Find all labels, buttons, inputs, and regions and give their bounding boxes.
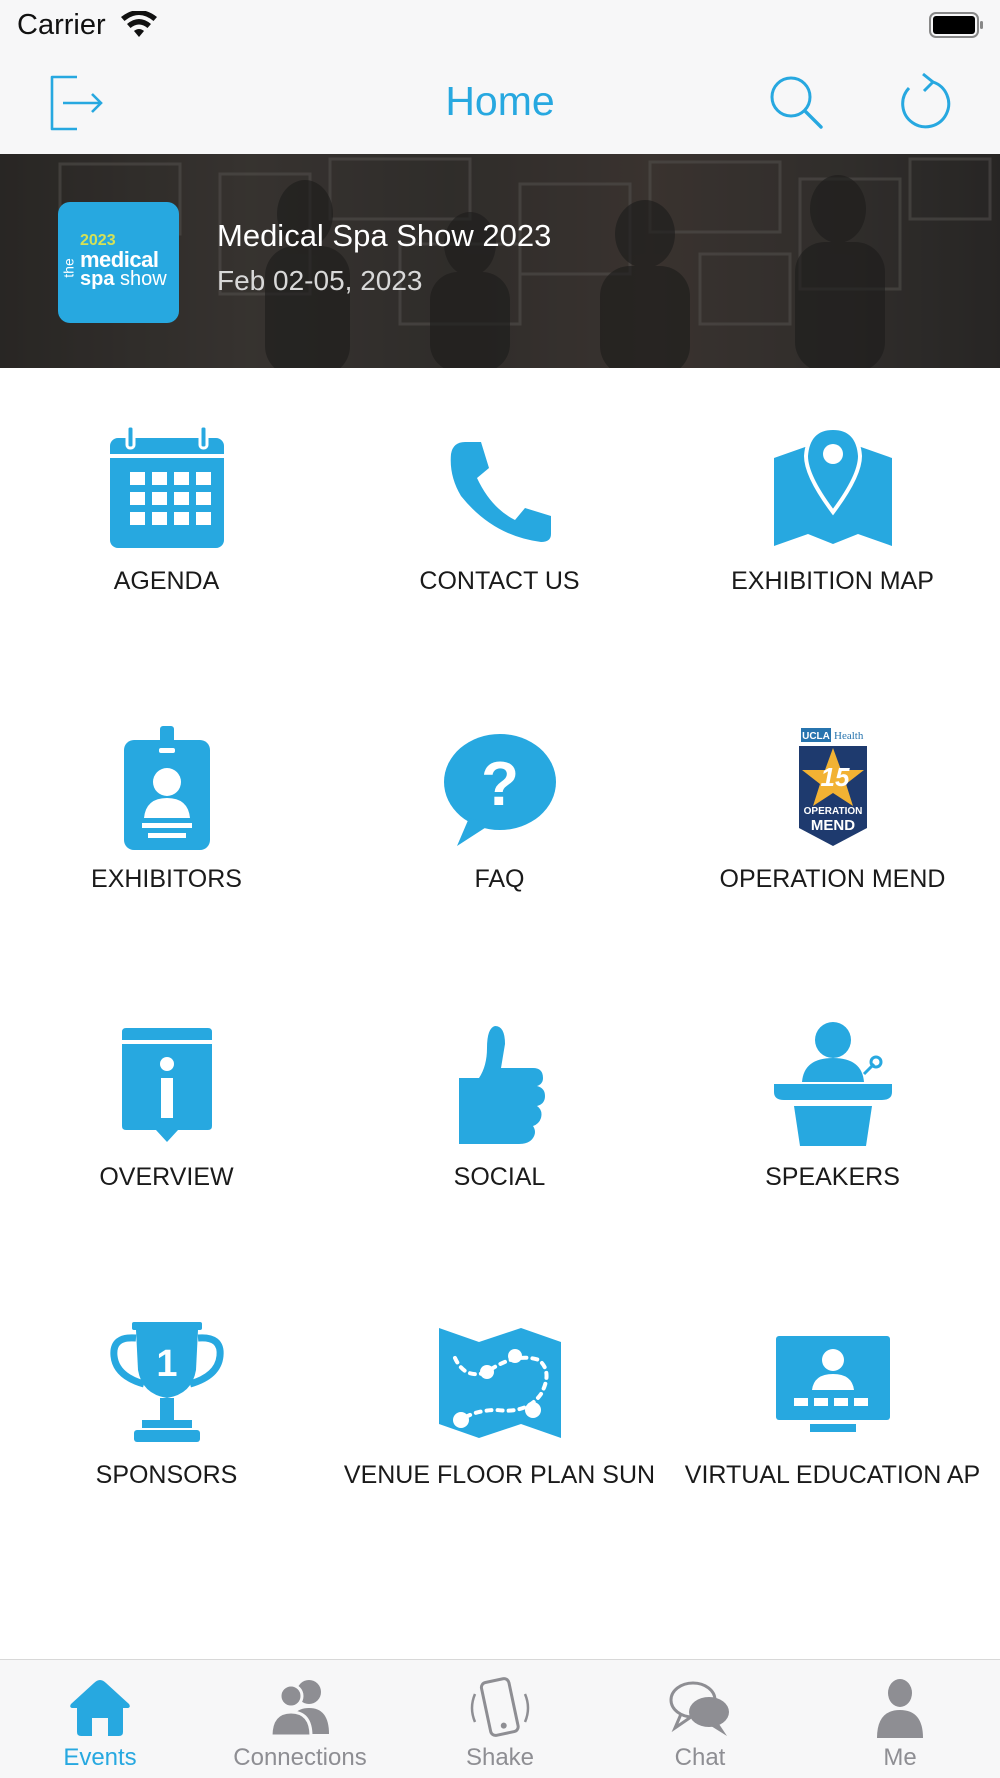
logo-spa-show: spa show <box>80 268 167 290</box>
logo-the: the <box>60 258 77 278</box>
refresh-icon <box>901 72 951 129</box>
menu-item-label: SOCIAL <box>453 1163 546 1191</box>
menu-item-agenda[interactable]: AGENDA <box>0 424 333 674</box>
svg-text:15: 15 <box>820 762 849 792</box>
people-icon <box>269 1680 329 1738</box>
status-bar: Carrier <box>0 0 1000 50</box>
calendar-icon <box>109 424 224 548</box>
menu-item-label: EXHIBITORS <box>91 865 242 893</box>
operation-mend-logo: UCLA Health 15 OPERATION MEND <box>798 728 867 846</box>
menu-item-label: VIRTUAL EDUCATION AP <box>684 1461 981 1489</box>
svg-text:Health: Health <box>834 730 864 742</box>
svg-text:OPERATION: OPERATION <box>803 806 862 817</box>
menu-item-virtual-education[interactable]: VIRTUAL EDUCATION AP <box>666 1318 999 1568</box>
menu-item-label: VENUE FLOOR PLAN SUN <box>343 1461 656 1489</box>
menu-item-overview[interactable]: OVERVIEW <box>0 1020 333 1270</box>
menu-item-label: SPEAKERS <box>765 1163 900 1191</box>
menu-item-operation-mend[interactable]: UCLA Health 15 OPERATION MEND OPERATION … <box>666 722 999 972</box>
thumbs-up-icon <box>458 1026 545 1144</box>
menu-item-contact-us[interactable]: CONTACT US <box>333 424 666 674</box>
carrier-label: Carrier <box>17 9 106 41</box>
tab-events[interactable]: Events <box>0 1660 200 1778</box>
speaker-podium-icon <box>773 1022 892 1146</box>
menu-item-label: FAQ <box>474 865 525 893</box>
chat-bubbles-icon <box>669 1681 729 1736</box>
menu-item-exhibition-map[interactable]: EXHIBITION MAP <box>666 424 999 674</box>
person-icon <box>877 1679 923 1738</box>
tab-connections[interactable]: Connections <box>200 1660 400 1778</box>
tab-label: Connections <box>233 1744 367 1771</box>
menu-item-venue-floor-plan[interactable]: VENUE FLOOR PLAN SUN <box>333 1318 666 1568</box>
shake-phone-icon <box>470 1677 530 1737</box>
trophy-icon: 1 <box>109 1322 224 1442</box>
menu-item-exhibitors[interactable]: EXHIBITORS <box>0 722 333 972</box>
event-dates: Feb 02-05, 2023 <box>217 265 423 296</box>
search-button[interactable] <box>762 68 832 138</box>
menu-item-faq[interactable]: ? FAQ <box>333 722 666 972</box>
tab-label: Chat <box>674 1744 726 1771</box>
svg-text:?: ? <box>481 750 519 819</box>
menu-item-speakers[interactable]: SPEAKERS <box>666 1020 999 1270</box>
tab-chat[interactable]: Chat <box>600 1660 800 1778</box>
battery-icon <box>929 12 983 38</box>
tab-me[interactable]: Me <box>800 1660 1000 1778</box>
page-title: Home <box>445 78 555 124</box>
svg-text:MEND: MEND <box>810 817 854 834</box>
tab-label: Shake <box>465 1744 535 1771</box>
phone-icon <box>450 442 551 542</box>
menu-item-label: EXHIBITION MAP <box>731 567 934 595</box>
menu-item-label: CONTACT US <box>419 567 580 595</box>
tab-label: Events <box>63 1744 137 1771</box>
monitor-presenter-icon <box>775 1336 890 1432</box>
tab-label: Me <box>883 1744 917 1771</box>
home-icon <box>70 1680 130 1736</box>
menu-item-label: OVERVIEW <box>99 1163 234 1191</box>
event-logo: 2023 the medical spa show <box>58 202 179 323</box>
wifi-icon <box>121 11 157 37</box>
question-bubble-icon: ? <box>443 734 556 846</box>
tab-shake[interactable]: Shake <box>400 1660 600 1778</box>
menu-item-social[interactable]: SOCIAL <box>333 1020 666 1270</box>
svg-text:1: 1 <box>156 1343 177 1385</box>
menu-item-label: AGENDA <box>113 567 220 595</box>
menu-item-label: SPONSORS <box>95 1461 238 1489</box>
menu-item-sponsors[interactable]: 1 SPONSORS <box>0 1318 333 1568</box>
svg-text:UCLA: UCLA <box>802 731 830 742</box>
event-name: Medical Spa Show 2023 <box>217 218 552 253</box>
event-banner[interactable]: 2023 the medical spa show Medical Spa Sh… <box>0 154 1000 368</box>
refresh-button[interactable] <box>890 68 960 138</box>
navigation-bar: Home <box>0 50 1000 154</box>
map-pin-icon <box>773 425 892 546</box>
info-icon <box>121 1028 212 1142</box>
tab-bar: Events Connections Shake Chat Me <box>0 1659 1000 1778</box>
floor-plan-icon <box>438 1328 561 1438</box>
search-icon <box>770 76 823 129</box>
badge-icon <box>123 726 210 850</box>
menu-item-label: OPERATION MEND <box>719 865 946 893</box>
